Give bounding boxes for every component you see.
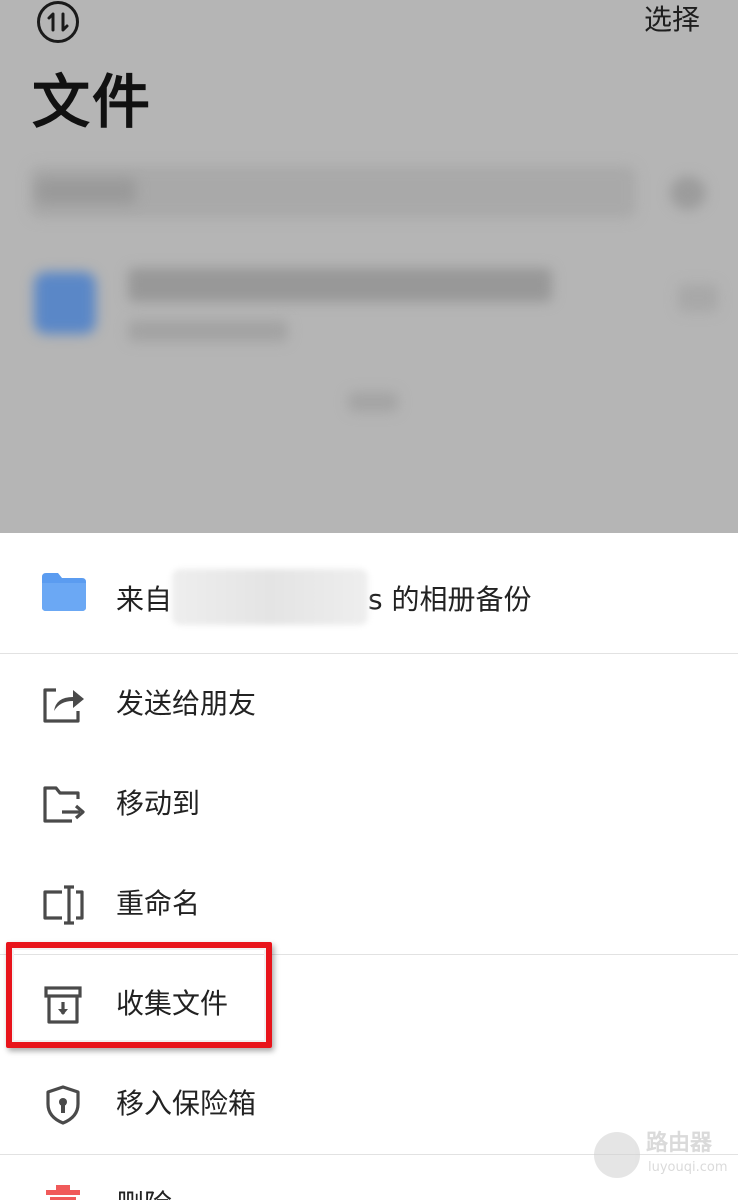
action-sheet: 来自 s 的相册备份 发送给朋友 移动到 重命名 收集文件 移入保险箱 <box>0 533 738 1200</box>
sheet-file-header: 来自 s 的相册备份 <box>0 533 738 653</box>
select-button[interactable]: 选择 <box>644 2 700 38</box>
redacted-device-name <box>172 569 369 625</box>
action-rename[interactable]: 重命名 <box>0 854 738 954</box>
router-logo-icon <box>594 1132 640 1178</box>
search-placeholder-blurred <box>36 178 136 204</box>
highlight-annotation-box <box>6 942 272 1048</box>
sort-button[interactable] <box>36 0 80 44</box>
action-label: 移动到 <box>116 787 201 820</box>
move-folder-icon <box>40 784 88 826</box>
sheet-file-title: 来自 s 的相册备份 <box>116 569 532 629</box>
action-label: 发送给朋友 <box>116 687 257 720</box>
file-title-prefix: 来自 <box>116 583 173 616</box>
action-send-to-friend[interactable]: 发送给朋友 <box>0 654 738 754</box>
dimmed-file-list-overlay[interactable]: 选择 文件 <box>0 0 738 533</box>
screen: 选择 文件 来自 s 的相册备份 发送给朋友 移动到 重命名 收集文件 移入保险… <box>0 0 738 1200</box>
watermark-domain: luyouqi.com <box>648 1160 728 1175</box>
vault-shield-icon <box>40 1084 88 1126</box>
folder-icon <box>40 571 88 613</box>
more-icon[interactable] <box>678 284 718 312</box>
watermark-name: 路由器 <box>646 1131 713 1156</box>
action-move-to[interactable]: 移动到 <box>0 754 738 854</box>
file-row-title-blurred <box>128 268 552 302</box>
share-icon <box>40 684 88 726</box>
file-title-suffix: s 的相册备份 <box>368 583 532 616</box>
action-label: 移入保险箱 <box>116 1087 257 1120</box>
trash-icon <box>40 1183 88 1200</box>
file-row-subtitle-blurred <box>128 320 288 342</box>
action-label: 删除 <box>116 1185 172 1200</box>
watermark: 路由器 luyouqi.com <box>594 1128 728 1186</box>
search-side-icon[interactable] <box>670 176 706 210</box>
folder-thumbnail-icon <box>34 272 96 334</box>
action-label: 重命名 <box>116 887 201 920</box>
sort-toggle-icon <box>37 1 79 43</box>
page-title: 文件 <box>32 68 153 136</box>
rename-icon <box>40 884 88 926</box>
list-footer-blurred <box>348 392 398 412</box>
